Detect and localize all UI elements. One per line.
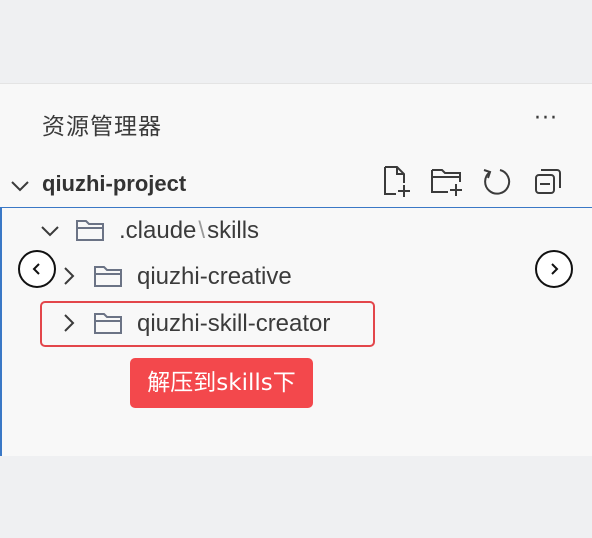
tree-item-label: qiuzhi-creative <box>137 263 292 290</box>
chevron-right-icon <box>64 267 75 285</box>
chevron-down-icon <box>41 226 59 237</box>
new-file-icon[interactable] <box>380 164 414 198</box>
tree-item-qiuzhi-creative[interactable]: qiuzhi-creative <box>2 254 592 298</box>
explorer-title: 资源管理器 <box>42 114 162 140</box>
refresh-icon[interactable] <box>480 164 514 198</box>
new-folder-icon[interactable] <box>430 164 464 198</box>
chevron-right-icon <box>551 263 559 275</box>
project-name: qiuzhi-project <box>42 171 187 196</box>
folder-name-skills: skills <box>207 217 260 244</box>
collapse-all-icon[interactable] <box>530 164 564 198</box>
annotation-label: 解压到skills下 <box>130 358 313 408</box>
highlight-box <box>40 301 375 347</box>
previous-button[interactable] <box>18 250 56 288</box>
more-actions-button[interactable]: ··· <box>528 104 564 134</box>
path-separator: \ <box>198 217 206 244</box>
chevron-left-icon <box>32 263 40 275</box>
folder-icon <box>76 220 104 241</box>
tree-item-claude-skills[interactable]: .claude\skills <box>2 208 592 252</box>
chevron-down-icon <box>11 181 29 192</box>
folder-name-claude: .claude <box>119 217 197 244</box>
next-button[interactable] <box>535 250 573 288</box>
folder-icon <box>94 266 122 287</box>
tree-item-label: .claude\skills <box>119 217 259 245</box>
